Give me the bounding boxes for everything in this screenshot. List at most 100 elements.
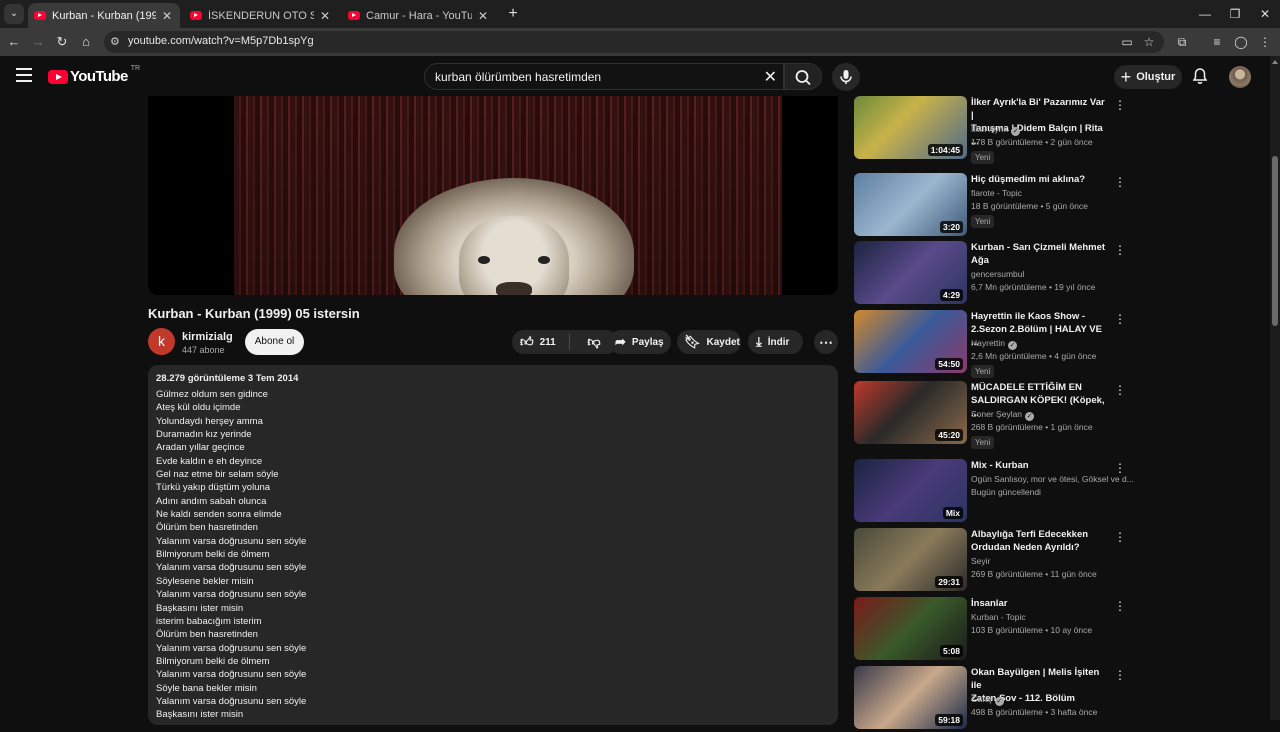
recommendation-thumbnail[interactable]: 29:31 — [854, 528, 967, 591]
recommendation-title[interactable]: Albaylığa Terfi Edecekken Ordudan Neden A… — [971, 528, 1107, 554]
recommendation-item[interactable]: 29:31 Albaylığa Terfi Edecekken Ordudan Ne… — [854, 528, 1270, 594]
media-control-icon[interactable]: ≡ — [1207, 32, 1227, 52]
recommendation-channel[interactable]: İlker Ayrık ✓ — [971, 124, 1021, 136]
hamburger-menu-icon[interactable] — [16, 68, 32, 82]
recommendation-item[interactable]: 3:20 Hiç düşmedim mi aklına? flarote - Top… — [854, 173, 1270, 239]
recommendation-thumbnail[interactable]: 1:04:45 — [854, 96, 967, 159]
download-icon: ⤓ — [756, 334, 762, 349]
video-duration: 45:20 — [935, 429, 963, 441]
share-button[interactable]: ➦ Paylaş — [609, 330, 671, 354]
plus-icon: + — [1120, 67, 1132, 87]
recommendation-item[interactable]: 45:20 MÜCADELE ETTİĞİM EN SALDIRGAN KÖPEK!… — [854, 381, 1270, 449]
more-vertical-icon[interactable]: ⋮ — [1114, 312, 1126, 326]
more-vertical-icon[interactable]: ⋮ — [1114, 243, 1126, 257]
home-icon[interactable]: ⌂ — [76, 32, 96, 52]
recommendation-title[interactable]: İnsanlar — [971, 597, 1107, 610]
more-vertical-icon[interactable]: ⋮ — [1114, 175, 1126, 189]
more-vertical-icon[interactable]: ⋮ — [1114, 461, 1126, 475]
tab-list-chevron-icon[interactable]: ⌄ — [4, 4, 24, 24]
recommendation-item[interactable]: 4:29 Kurban - Sarı Çizmeli Mehmet Ağa gence… — [854, 241, 1270, 307]
profile-icon[interactable]: ◯ — [1231, 32, 1251, 52]
recommendation-stats: 178 B görüntüleme • 2 gün önce — [971, 137, 1093, 147]
recommendation-thumbnail[interactable]: Mix — [854, 459, 967, 522]
more-vertical-icon[interactable]: ⋮ — [1114, 668, 1126, 682]
title-line: Kurban - Sarı Çizmeli Mehmet — [971, 242, 1106, 253]
back-arrow-icon[interactable]: ← — [4, 32, 24, 52]
recommendation-thumbnail[interactable]: 3:20 — [854, 173, 967, 236]
recommendation-thumbnail[interactable]: 45:20 — [854, 381, 967, 444]
recommendation-channel[interactable]: Seyir — [971, 556, 990, 566]
restore-icon[interactable]: ❐ — [1220, 4, 1250, 24]
recommendation-channel[interactable]: gencersumbul — [971, 269, 1024, 279]
browser-tab-2[interactable]: İSKENDERUN OTO SANAYİ LEZZ ✕ — [184, 3, 338, 28]
tab-close-icon[interactable]: ✕ — [476, 9, 490, 23]
recommendation-thumbnail[interactable]: 5:08 — [854, 597, 967, 660]
lyric-line: Başkasını ister misin — [156, 602, 244, 614]
account-avatar[interactable] — [1229, 66, 1251, 88]
reload-icon[interactable]: ↻ — [52, 32, 72, 52]
minimize-icon[interactable]: — — [1190, 4, 1220, 24]
page-scrollbar[interactable] — [1270, 56, 1280, 720]
search-input[interactable]: kurban ölürümben hasretimden ✕ — [424, 63, 784, 90]
notifications-bell-icon[interactable] — [1190, 66, 1210, 86]
forward-arrow-icon[interactable]: → — [28, 32, 48, 52]
extensions-icon[interactable]: ⧉ — [1172, 32, 1192, 52]
scroll-up-icon[interactable] — [1272, 60, 1278, 64]
recommendation-item[interactable]: Mix Mix - Kurban Ogün Sanlısoy, mor ve öte… — [854, 459, 1270, 525]
browser-tab-1[interactable]: Kurban - Kurban (1999) 05 isters ✕ — [28, 3, 180, 28]
share-label: Paylaş — [631, 336, 664, 348]
like-button[interactable]: 👍︎ 211 — [512, 334, 570, 350]
view-count-date: 28.279 görüntüleme 3 Tem 2014 — [156, 373, 299, 384]
address-bar[interactable]: ⚙ youtube.com/watch?v=M5p7Db1spYg ▭ ☆ — [104, 31, 1164, 53]
window-close-icon[interactable]: ✕ — [1250, 4, 1280, 24]
video-duration: 3:20 — [939, 221, 963, 233]
bookmark-star-icon[interactable]: ☆ — [1140, 35, 1158, 49]
recommendation-channel[interactable]: Hayrettin ✓ — [971, 338, 1018, 350]
search-button[interactable] — [784, 63, 822, 90]
save-button[interactable]: 🔖︎ Kaydet — [677, 330, 741, 354]
recommendation-channel[interactable]: Ogün Sanlısoy, mor ve ötesi, Göksel ve d… — [971, 474, 1134, 484]
recommendation-title[interactable]: Mix - Kurban — [971, 459, 1107, 472]
youtube-logo[interactable]: YouTube TR — [48, 65, 140, 85]
recommendation-item[interactable]: 1:04:45 İlker Ayrık'la Bi' Pazarımız Var … — [854, 96, 1270, 164]
lyric-line: Ne kaldı senden sonra elimde — [156, 509, 282, 521]
recommendation-thumbnail[interactable]: 54:50 — [854, 310, 967, 373]
clear-search-icon[interactable]: ✕ — [764, 67, 777, 87]
new-tab-icon[interactable]: + — [504, 5, 522, 23]
cast-icon[interactable]: ▭ — [1118, 35, 1136, 49]
recommendation-item[interactable]: 5:08 İnsanlar Kurban - Topic 103 B görüntül… — [854, 597, 1270, 663]
tab-close-icon[interactable]: ✕ — [160, 9, 174, 23]
recommendation-thumbnail[interactable]: 4:29 — [854, 241, 967, 304]
recommendation-channel[interactable]: Garaj ✓ — [971, 694, 1004, 706]
recommendation-title[interactable]: Hiç düşmedim mi aklına? — [971, 173, 1107, 186]
subscribe-button[interactable]: Abone ol — [245, 329, 304, 355]
video-player[interactable] — [148, 96, 838, 295]
recommendation-title[interactable]: Kurban - Sarı Çizmeli Mehmet Ağa — [971, 241, 1107, 267]
more-vertical-icon[interactable]: ⋮ — [1114, 530, 1126, 544]
download-button[interactable]: ⤓ İndir — [748, 330, 803, 354]
channel-name-text: Soner Şeylan — [971, 409, 1023, 419]
recommendation-item[interactable]: 54:50 Hayrettin ile Kaos Show -2.Sezon 2.… — [854, 310, 1270, 378]
video-description[interactable]: 28.279 görüntüleme 3 Tem 2014 Gülmez old… — [148, 365, 838, 725]
more-vertical-icon[interactable]: ⋮ — [1114, 383, 1126, 397]
recommendation-channel[interactable]: flarote - Topic — [971, 188, 1022, 198]
voice-search-button[interactable] — [832, 63, 860, 91]
browser-menu-icon[interactable]: ⋮ — [1255, 32, 1275, 52]
more-actions-button[interactable]: ⋯ — [814, 330, 838, 354]
recommendation-channel[interactable]: Kurban - Topic — [971, 612, 1026, 622]
recommendation-item[interactable]: 59:18 Okan Bayülgen | Melis İşiten ile Zat… — [854, 666, 1270, 732]
lyric-line: Söylesene bekler misin — [156, 575, 254, 587]
channel-name[interactable]: kirmizialg — [182, 331, 233, 343]
more-vertical-icon[interactable]: ⋮ — [1114, 98, 1126, 112]
channel-avatar[interactable]: k — [148, 328, 175, 355]
site-info-icon[interactable]: ⚙ — [110, 35, 120, 48]
title-line: İlker Ayrık'la Bi' Pazarımız Var | — [971, 97, 1105, 121]
video-frame — [234, 96, 782, 295]
scrollbar-thumb[interactable] — [1272, 156, 1278, 326]
browser-tab-3[interactable]: Camur - Hara - YouTube ✕ — [342, 3, 496, 28]
more-vertical-icon[interactable]: ⋮ — [1114, 599, 1126, 613]
create-button[interactable]: + Oluştur — [1114, 65, 1182, 89]
video-duration: 54:50 — [935, 358, 963, 370]
tab-close-icon[interactable]: ✕ — [318, 9, 332, 23]
recommendation-channel[interactable]: Soner Şeylan ✓ — [971, 409, 1035, 421]
